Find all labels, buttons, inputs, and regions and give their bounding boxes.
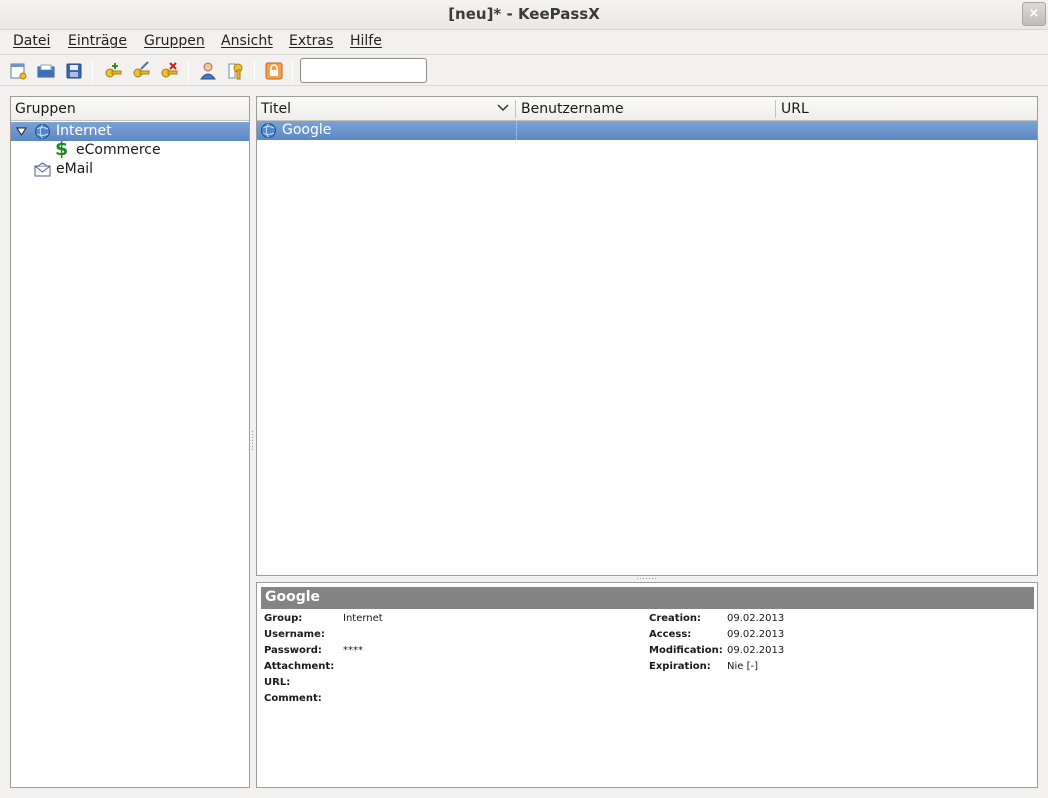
horizontal-splitter-handle[interactable]: [636, 577, 658, 581]
details-title: Google: [261, 587, 1034, 609]
tree-item-label: eMail: [56, 161, 94, 177]
detail-key: Password:: [264, 645, 322, 656]
toolbar-separator: [254, 60, 255, 82]
copy-password-icon[interactable]: [226, 61, 246, 81]
detail-value: 09.02.2013: [727, 613, 785, 624]
menu-bar: Datei Einträge Gruppen Ansicht Extras Hi…: [0, 30, 1048, 54]
sort-chevron-down-icon[interactable]: [497, 103, 509, 113]
tree-item-ecommerce[interactable]: $ eCommerce: [11, 138, 249, 160]
table-row[interactable]: Google: [257, 121, 1037, 140]
detail-key: Comment:: [264, 693, 322, 704]
detail-value: 09.02.2013: [727, 645, 785, 656]
detail-key: Username:: [264, 629, 325, 640]
detail-key: Attachment:: [264, 661, 335, 672]
tree-item-email[interactable]: eMail: [11, 160, 249, 179]
envelope-icon: [34, 162, 51, 177]
detail-value: 09.02.2013: [727, 629, 785, 640]
detail-key: Modification:: [649, 645, 723, 656]
delete-entry-icon[interactable]: [159, 61, 179, 81]
menu-hilfe[interactable]: Hilfe: [350, 33, 382, 49]
new-database-icon[interactable]: [8, 61, 28, 81]
column-divider[interactable]: [775, 100, 776, 118]
toolbar: [0, 54, 1048, 86]
vertical-splitter-handle[interactable]: [251, 430, 255, 452]
entry-title: Google: [282, 122, 332, 138]
entry-details-pane: Google Group: Internet Username: Passwor…: [256, 582, 1038, 788]
close-button[interactable]: ×: [1022, 2, 1046, 26]
window-title: [neu]* - KeePassX: [448, 5, 600, 23]
menu-gruppen[interactable]: Gruppen: [144, 33, 205, 49]
toolbar-separator: [92, 60, 93, 82]
copy-username-icon[interactable]: [198, 61, 218, 81]
globe-icon: [35, 124, 50, 139]
add-entry-icon[interactable]: [103, 61, 123, 81]
detail-key: Group:: [264, 613, 303, 624]
groups-tree[interactable]: Gruppen Internet $ eCommerce eMail: [10, 96, 250, 788]
menu-datei[interactable]: Datei: [13, 33, 50, 49]
tree-item-label: Internet: [56, 123, 112, 139]
save-database-icon[interactable]: [64, 61, 84, 81]
groups-header-label: Gruppen: [15, 101, 76, 117]
entries-table[interactable]: Titel Benutzername URL Google: [256, 96, 1038, 576]
open-database-icon[interactable]: [36, 61, 56, 81]
menu-extras[interactable]: Extras: [289, 33, 333, 49]
groups-header[interactable]: Gruppen: [11, 97, 249, 121]
column-divider[interactable]: [515, 100, 516, 118]
detail-value: ****: [343, 645, 363, 656]
toolbar-separator: [188, 60, 189, 82]
column-header-benutzername[interactable]: Benutzername: [521, 101, 624, 117]
tree-item-internet[interactable]: Internet: [11, 122, 249, 141]
detail-value: Nie [-]: [727, 661, 759, 672]
detail-value: Internet: [343, 613, 383, 624]
detail-key: URL:: [264, 677, 291, 688]
edit-entry-icon[interactable]: [131, 61, 151, 81]
search-input[interactable]: [300, 58, 427, 83]
detail-key: Creation:: [649, 613, 701, 624]
lock-workspace-icon[interactable]: [264, 61, 284, 81]
detail-key: Access:: [649, 629, 692, 640]
entries-header: Titel Benutzername URL: [257, 97, 1037, 121]
cell-divider: [516, 121, 517, 140]
title-bar: [neu]* - KeePassX ×: [0, 0, 1048, 30]
menu-ansicht[interactable]: Ansicht: [221, 33, 273, 49]
column-header-titel[interactable]: Titel: [261, 101, 291, 117]
dollar-icon: $: [55, 138, 69, 160]
globe-icon: [261, 123, 276, 138]
menu-eintraege[interactable]: Einträge: [68, 33, 127, 49]
expand-arrow-icon[interactable]: [16, 126, 27, 137]
column-header-url[interactable]: URL: [781, 101, 809, 117]
toolbar-separator: [292, 60, 293, 82]
detail-key: Expiration:: [649, 661, 711, 672]
tree-item-label: eCommerce: [76, 142, 161, 158]
